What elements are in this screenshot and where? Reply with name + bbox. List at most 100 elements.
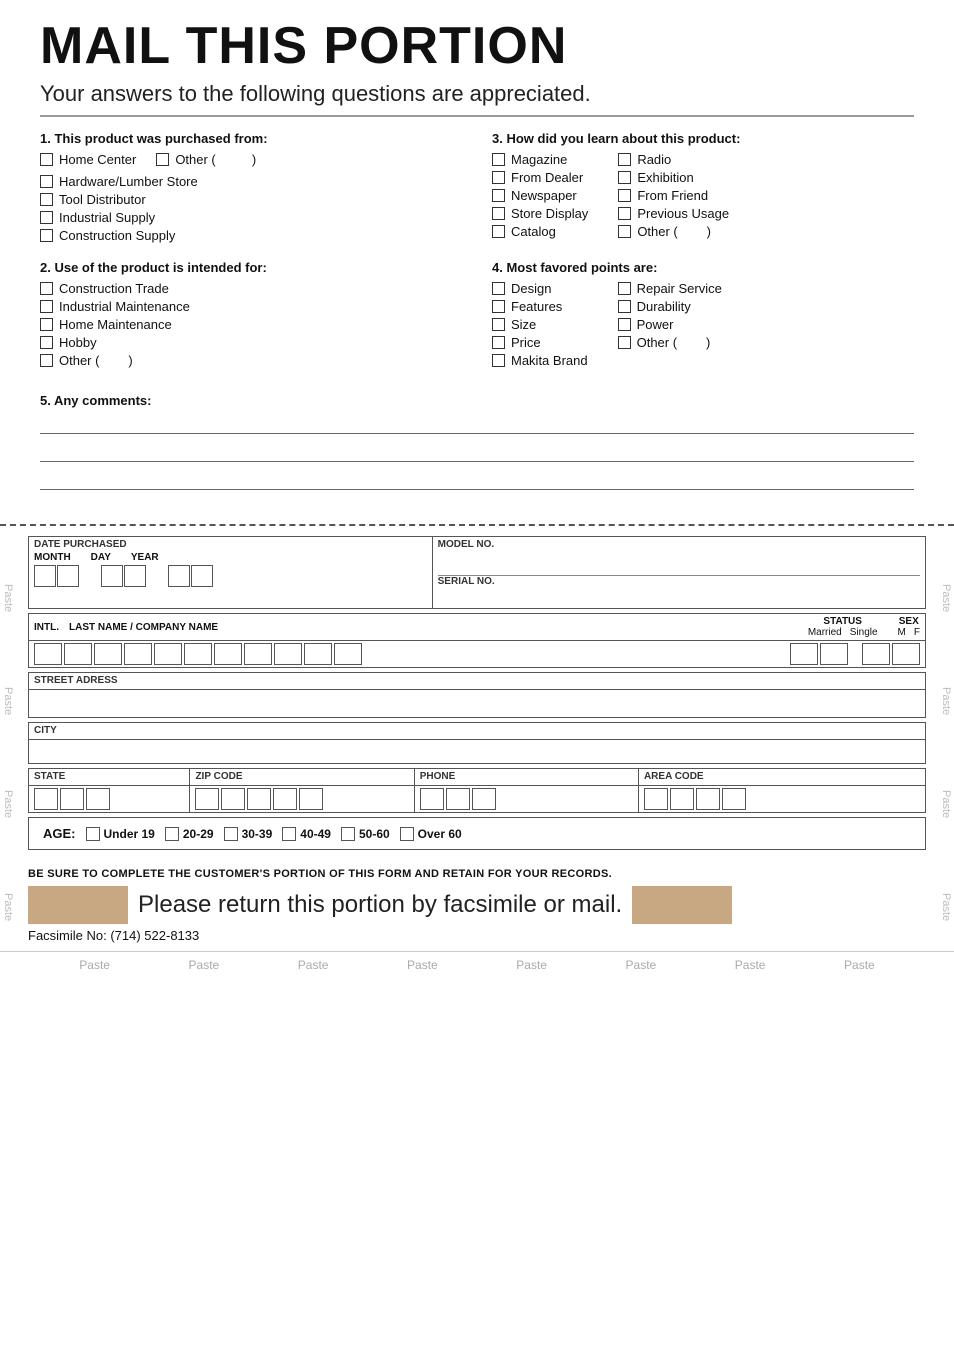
question-2: 2. Use of the product is intended for: C…: [40, 260, 462, 371]
q1-label: 1. This product was purchased from:: [40, 131, 462, 146]
q3-from-friend[interactable]: From Friend: [618, 188, 729, 203]
date-model-table: DATE PURCHASED MONTH DAY YEAR: [28, 536, 926, 609]
q1-industrial-supply[interactable]: Industrial Supply: [40, 210, 462, 225]
q3-previous-usage[interactable]: Previous Usage: [618, 206, 729, 221]
status-married-box[interactable]: [790, 643, 818, 665]
month-box-1[interactable]: [34, 565, 56, 587]
area-box-1[interactable]: [644, 788, 668, 810]
area-box-2[interactable]: [670, 788, 694, 810]
name-box-1[interactable]: [64, 643, 92, 665]
intl-box[interactable]: [34, 643, 62, 665]
q3-other[interactable]: Other ( ): [618, 224, 729, 239]
age-over60[interactable]: Over 60: [400, 827, 462, 841]
zip-box-5[interactable]: [299, 788, 323, 810]
q2-industrial-maintenance[interactable]: Industrial Maintenance: [40, 299, 462, 314]
state-box-2[interactable]: [60, 788, 84, 810]
q4-other[interactable]: Other ( ): [618, 335, 722, 350]
name-box-4[interactable]: [154, 643, 182, 665]
street-table: STREET ADRESS: [28, 672, 926, 718]
state-box-1[interactable]: [34, 788, 58, 810]
month-label: MONTH: [34, 552, 71, 563]
area-box-3[interactable]: [696, 788, 720, 810]
q1-other[interactable]: Other ( ): [156, 152, 256, 167]
age-30-39[interactable]: 30-39: [224, 827, 273, 841]
page-title: MAIL THIS PORTION: [40, 18, 914, 75]
sex-m-box[interactable]: [862, 643, 890, 665]
name-box-8[interactable]: [274, 643, 302, 665]
name-box-9[interactable]: [304, 643, 332, 665]
cb-other-1[interactable]: [156, 153, 169, 166]
day-label: DAY: [91, 552, 111, 563]
q5-label: 5. Any comments:: [40, 393, 914, 408]
q1-construction-supply[interactable]: Construction Supply: [40, 228, 462, 243]
q4-size[interactable]: Size: [492, 317, 588, 332]
phone-box-2[interactable]: [446, 788, 470, 810]
name-box-5[interactable]: [184, 643, 212, 665]
name-box-7[interactable]: [244, 643, 272, 665]
q3-magazine[interactable]: Magazine: [492, 152, 588, 167]
question-4: 4. Most favored points are: Design Featu…: [492, 260, 914, 371]
age-20-29[interactable]: 20-29: [165, 827, 214, 841]
status-label: STATUS: [808, 616, 878, 627]
area-box-4[interactable]: [722, 788, 746, 810]
comment-line-2: [40, 440, 914, 462]
status-single-box[interactable]: [820, 643, 848, 665]
return-color-block-left: [28, 886, 128, 924]
zip-label: ZIP CODE: [195, 771, 408, 782]
zip-box-2[interactable]: [221, 788, 245, 810]
age-under19[interactable]: Under 19: [86, 827, 155, 841]
bottom-paste-4: Paste: [407, 958, 438, 972]
q1-tool-distributor[interactable]: Tool Distributor: [40, 192, 462, 207]
q1-home-center[interactable]: Home Center: [40, 152, 136, 167]
return-color-block-right: [632, 886, 732, 924]
phone-box-1[interactable]: [420, 788, 444, 810]
q2-hobby[interactable]: Hobby: [40, 335, 462, 350]
state-zip-table: STATE ZIP CODE PHONE AREA CODE: [28, 768, 926, 813]
name-box-2[interactable]: [94, 643, 122, 665]
month-box-2[interactable]: [57, 565, 79, 587]
name-box-10[interactable]: [334, 643, 362, 665]
q4-price[interactable]: Price: [492, 335, 588, 350]
q2-home-maintenance[interactable]: Home Maintenance: [40, 317, 462, 332]
q4-features[interactable]: Features: [492, 299, 588, 314]
sex-label: SEX: [898, 616, 920, 627]
zip-box-3[interactable]: [247, 788, 271, 810]
q3-radio[interactable]: Radio: [618, 152, 729, 167]
year-box-1[interactable]: [168, 565, 190, 587]
q2-construction-trade[interactable]: Construction Trade: [40, 281, 462, 296]
q4-durability[interactable]: Durability: [618, 299, 722, 314]
q3-catalog[interactable]: Catalog: [492, 224, 588, 239]
q2-other[interactable]: Other ( ): [40, 353, 462, 368]
sex-f-box[interactable]: [892, 643, 920, 665]
q4-design[interactable]: Design: [492, 281, 588, 296]
bottom-paste-7: Paste: [735, 958, 766, 972]
q3-exhibition[interactable]: Exhibition: [618, 170, 729, 185]
cb-home-center[interactable]: [40, 153, 53, 166]
q4-makita-brand[interactable]: Makita Brand: [492, 353, 588, 368]
q1-hardware[interactable]: Hardware/Lumber Store: [40, 174, 462, 189]
phone-box-3[interactable]: [472, 788, 496, 810]
q4-label: 4. Most favored points are:: [492, 260, 914, 275]
age-50-60[interactable]: 50-60: [341, 827, 390, 841]
zip-box-4[interactable]: [273, 788, 297, 810]
age-label: AGE:: [43, 826, 76, 841]
subtitle: Your answers to the following questions …: [40, 81, 914, 117]
zip-box-1[interactable]: [195, 788, 219, 810]
year-box-2[interactable]: [191, 565, 213, 587]
day-box-1[interactable]: [101, 565, 123, 587]
q3-newspaper[interactable]: Newspaper: [492, 188, 588, 203]
q3-store-display[interactable]: Store Display: [492, 206, 588, 221]
day-box-2[interactable]: [124, 565, 146, 587]
q3-from-dealer[interactable]: From Dealer: [492, 170, 588, 185]
state-box-3[interactable]: [86, 788, 110, 810]
side-paste-left-4: Paste: [2, 893, 14, 921]
name-box-6[interactable]: [214, 643, 242, 665]
age-table: AGE: Under 19 20-29 30-39: [28, 817, 926, 850]
name-box-3[interactable]: [124, 643, 152, 665]
q4-repair-service[interactable]: Repair Service: [618, 281, 722, 296]
last-name-label: LAST NAME / COMPANY NAME: [69, 622, 218, 633]
age-row: AGE: Under 19 20-29 30-39: [37, 822, 917, 845]
q3-label: 3. How did you learn about this product:: [492, 131, 914, 146]
age-40-49[interactable]: 40-49: [282, 827, 331, 841]
q4-power[interactable]: Power: [618, 317, 722, 332]
